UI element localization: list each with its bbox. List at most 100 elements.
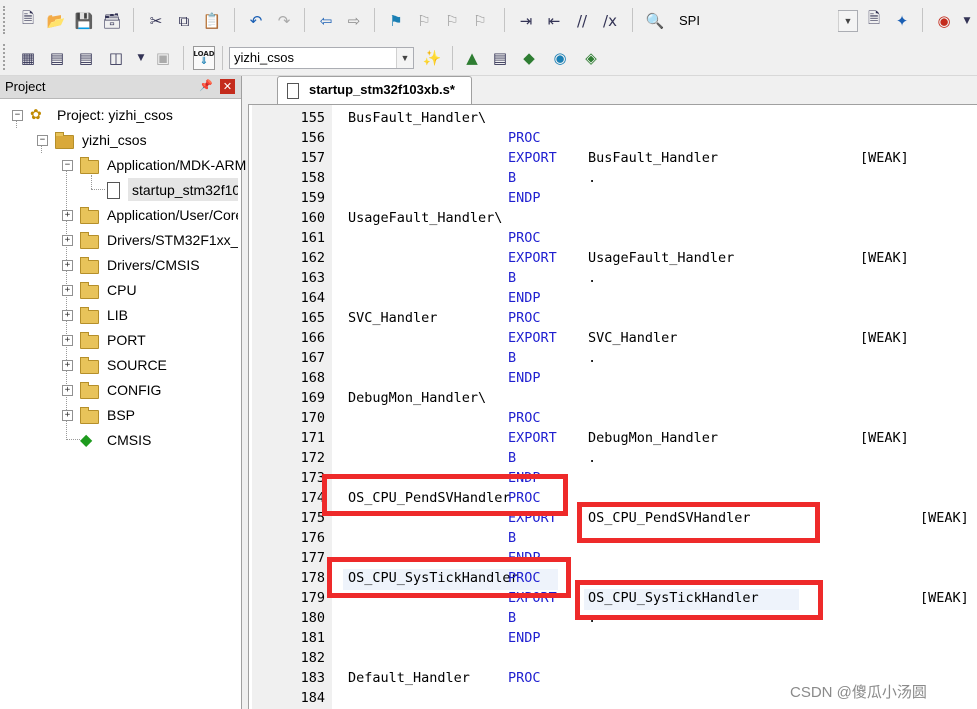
- code-operand: .: [588, 170, 597, 186]
- target-dropdown[interactable]: ▼: [838, 10, 858, 32]
- navigate-back-icon[interactable]: ⇦: [315, 10, 337, 32]
- watermark: CSDN @傻瓜小汤圆: [790, 684, 927, 701]
- cut-icon[interactable]: ✂: [145, 10, 167, 32]
- code-line: 164 ENDP: [0, 288, 977, 308]
- uncomment-icon[interactable]: /x: [599, 10, 621, 32]
- code-operand: SVC_Handler: [588, 330, 678, 346]
- code-operand: UsageFault_Handler: [588, 250, 735, 266]
- code-keyword: B: [508, 270, 517, 286]
- project-panel-header: Project 📌 ✕: [0, 76, 241, 99]
- bookmark-toggle-icon[interactable]: ⚑: [385, 10, 407, 32]
- code-attribute: [WEAK]: [920, 590, 969, 606]
- toolbar-separator: [183, 46, 184, 70]
- save-icon[interactable]: 💾: [73, 10, 95, 32]
- file-properties-icon[interactable]: 🗎: [863, 9, 885, 32]
- code-line: 157 EXPORT BusFault_Handler [WEAK]: [0, 148, 977, 168]
- bookmark-next-icon[interactable]: ⚐: [441, 10, 463, 32]
- batch-build-icon[interactable]: ◫: [105, 47, 127, 69]
- annotation-box-pendsv-export: [577, 502, 820, 543]
- download-load-icon[interactable]: LOAD ⇓: [193, 46, 215, 70]
- code-operand: .: [588, 350, 597, 366]
- code-line: 161 PROC: [0, 228, 977, 248]
- toolbar-separator: [133, 8, 134, 32]
- toolbar-grip[interactable]: [3, 44, 8, 70]
- paste-icon[interactable]: 📋: [201, 10, 223, 32]
- annotation-box-pendsv-label: [322, 474, 568, 516]
- line-number: 180: [300, 610, 325, 626]
- select-packs-icon[interactable]: ▤: [489, 47, 511, 69]
- tab-startup-file[interactable]: startup_stm32f103xb.s*: [277, 76, 472, 104]
- code-operand: DebugMon_Handler: [588, 430, 719, 446]
- annotation-box-systick-export: [575, 580, 823, 620]
- toolbar-separator: [452, 46, 453, 70]
- pin-icon[interactable]: 📌: [199, 79, 213, 92]
- debug-session-icon[interactable]: ◉: [933, 10, 955, 32]
- undo-icon[interactable]: ↶: [245, 10, 267, 32]
- rte-icon[interactable]: ◈: [580, 47, 602, 69]
- line-number: 167: [300, 350, 325, 366]
- code-operand: BusFault_Handler: [588, 150, 719, 166]
- comment-icon[interactable]: //: [571, 10, 593, 32]
- annotation-box-systick-label: [327, 557, 571, 598]
- redo-icon[interactable]: ↷: [273, 10, 295, 32]
- target-select[interactable]: yizhi_csos ▼: [229, 47, 414, 69]
- line-number: 162: [300, 250, 325, 266]
- line-number: 172: [300, 450, 325, 466]
- code-label: BusFault_Handler\: [348, 110, 487, 126]
- code-attribute: [WEAK]: [920, 510, 969, 526]
- code-line: 156 PROC: [0, 128, 977, 148]
- close-icon[interactable]: ✕: [220, 79, 235, 94]
- line-number: 155: [300, 110, 325, 126]
- toolbar-grip[interactable]: [3, 6, 8, 34]
- toolbar-separator: [632, 8, 633, 32]
- code-keyword: B: [508, 450, 517, 466]
- pack-installer-icon[interactable]: ◉: [549, 47, 571, 69]
- line-number: 176: [300, 530, 325, 546]
- indent-icon[interactable]: ⇥: [515, 10, 537, 32]
- open-folder-icon[interactable]: 📂: [45, 10, 67, 32]
- options-icon[interactable]: ✦: [891, 10, 913, 32]
- code-keyword: ENDP: [508, 290, 541, 306]
- unindent-icon[interactable]: ⇤: [543, 10, 565, 32]
- code-line: 167 B.: [0, 348, 977, 368]
- toolbar-separator: [504, 8, 505, 32]
- bookmark-clear-icon[interactable]: ⚐: [469, 10, 491, 32]
- chevron-down-icon: ▼: [838, 11, 857, 31]
- copy-icon[interactable]: ⧉: [173, 10, 195, 32]
- chevron-down-icon[interactable]: ▼: [130, 47, 152, 69]
- code-line: 160 UsageFault_Handler\: [0, 208, 977, 228]
- code-line: 166 EXPORT SVC_Handler [WEAK]: [0, 328, 977, 348]
- build-icon[interactable]: ▤: [46, 47, 68, 69]
- line-number: 163: [300, 270, 325, 286]
- save-all-icon[interactable]: 🗃: [101, 10, 123, 32]
- tab-label: startup_stm32f103xb.s*: [309, 82, 455, 97]
- bookmark-prev-icon[interactable]: ⚐: [413, 10, 435, 32]
- code-keyword: ENDP: [508, 630, 541, 646]
- code-operand: .: [588, 270, 597, 286]
- navigate-forward-icon[interactable]: ⇨: [343, 10, 365, 32]
- line-number: 161: [300, 230, 325, 246]
- translate-icon[interactable]: ▦: [17, 47, 39, 69]
- stop-build-icon[interactable]: ▣: [152, 47, 174, 69]
- code-keyword: PROC: [508, 230, 541, 246]
- manage-project-items-icon[interactable]: ▲: [461, 47, 483, 69]
- target-options-icon[interactable]: ✨: [421, 47, 443, 69]
- line-number: 156: [300, 130, 325, 146]
- line-number: 164: [300, 290, 325, 306]
- new-file-icon[interactable]: 🗎: [17, 9, 39, 32]
- line-number: 183: [300, 670, 325, 686]
- code-line: 170 PROC: [0, 408, 977, 428]
- chevron-down-icon[interactable]: ▼: [956, 10, 977, 32]
- code-keyword: EXPORT: [508, 330, 557, 346]
- manage-runtime-icon[interactable]: ◆: [518, 47, 540, 69]
- line-number: 175: [300, 510, 325, 526]
- code-line: 165 SVC_Handler PROC: [0, 308, 977, 328]
- rebuild-icon[interactable]: ▤: [75, 47, 97, 69]
- code-keyword: PROC: [508, 130, 541, 146]
- find-in-files-icon[interactable]: 🔍: [644, 10, 666, 32]
- code-keyword: PROC: [508, 310, 541, 326]
- code-line: 169 DebugMon_Handler\: [0, 388, 977, 408]
- code-line: 172 B.: [0, 448, 977, 468]
- code-keyword: PROC: [508, 670, 541, 686]
- code-label: UsageFault_Handler\: [348, 210, 503, 226]
